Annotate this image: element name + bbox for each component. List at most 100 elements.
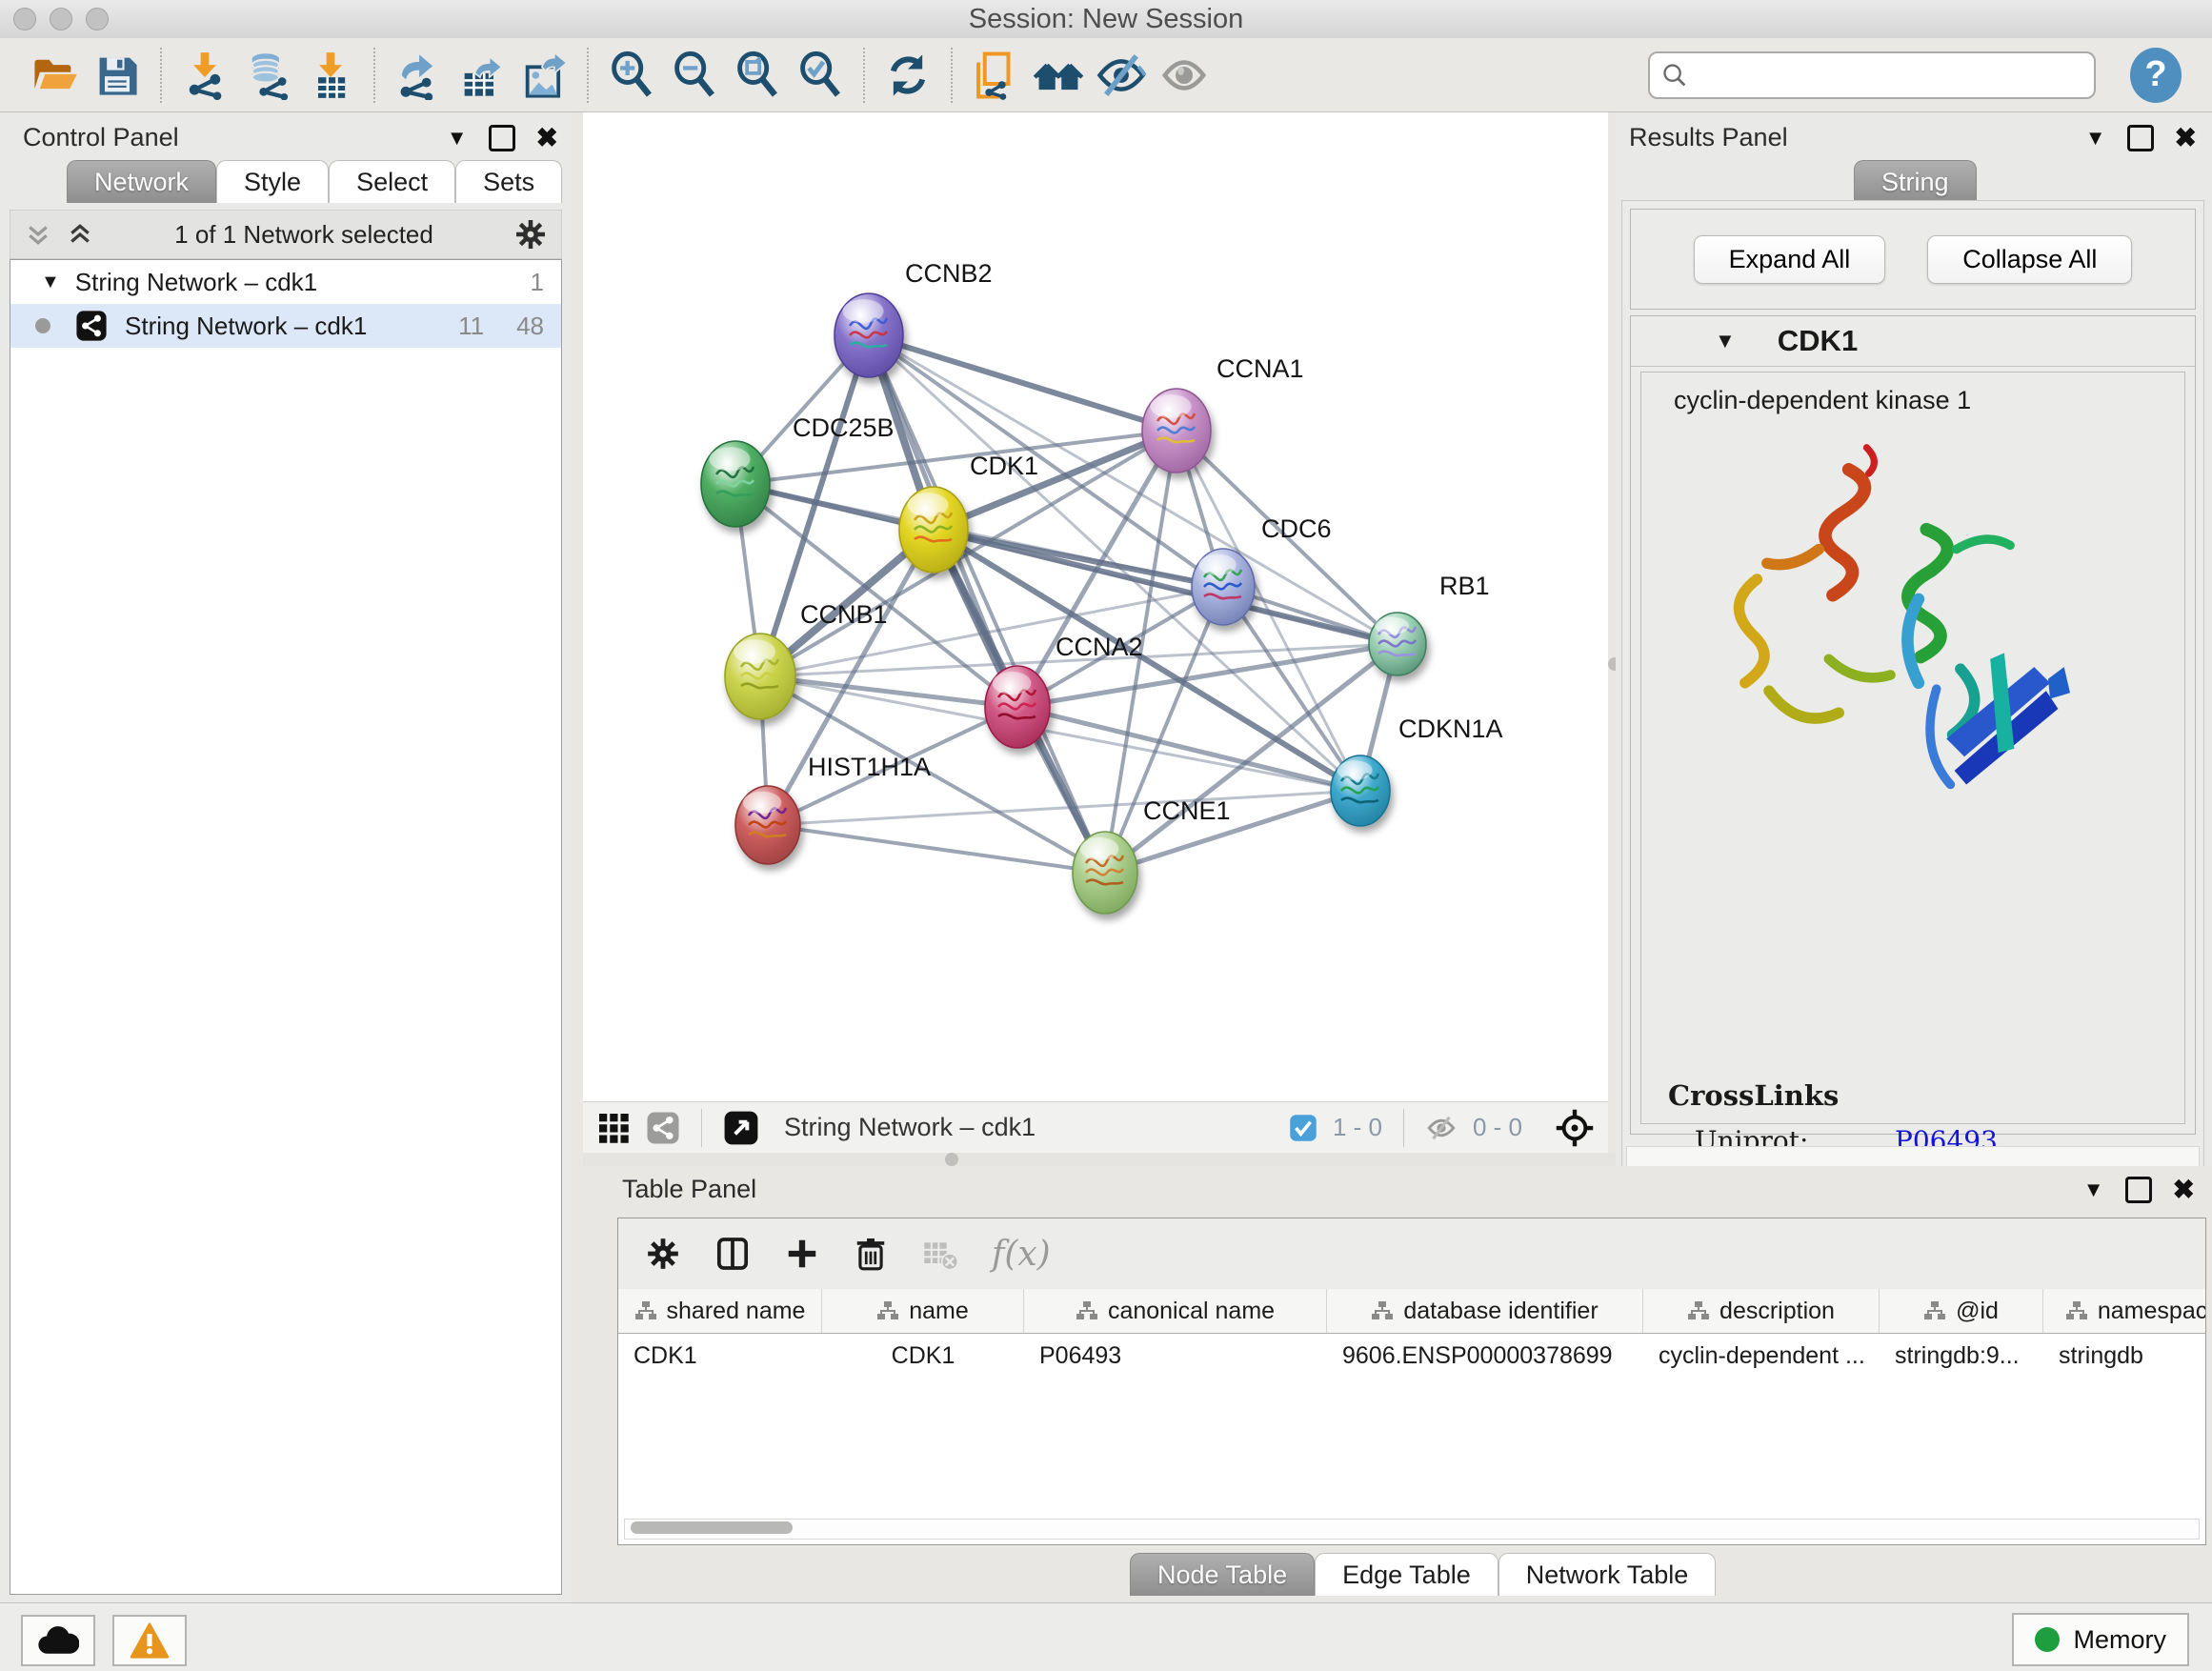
network-overview-icon[interactable]	[646, 1111, 680, 1145]
edge-CCNB2-RB1[interactable]	[869, 335, 1398, 644]
tab-select[interactable]: Select	[329, 160, 455, 203]
tab-style[interactable]: Style	[216, 160, 329, 203]
panel-menu-icon[interactable]: ▼	[447, 126, 468, 151]
cloud-icon	[37, 1624, 79, 1657]
column-header-description[interactable]: description	[1643, 1289, 1880, 1333]
float-panel-icon[interactable]	[2127, 125, 2154, 151]
column-header-label: name	[909, 1298, 969, 1325]
collection-expand-icon[interactable]: ▼	[41, 272, 60, 293]
show-all-button[interactable]	[1153, 45, 1216, 106]
search-input[interactable]	[1688, 59, 2082, 91]
memory-button[interactable]: Memory	[2012, 1613, 2189, 1666]
column-header--id[interactable]: @id	[1880, 1289, 2043, 1333]
crosshair-icon[interactable]	[1555, 1108, 1595, 1148]
splitter-grip[interactable]	[945, 1153, 958, 1166]
node-CCNA1[interactable]	[1142, 389, 1211, 473]
tab-edge-table[interactable]: Edge Table	[1315, 1553, 1498, 1596]
apply-layout-button[interactable]	[876, 45, 939, 106]
network-collection-row[interactable]: ▼ String Network – cdk1 1	[10, 260, 561, 304]
tab-node-table[interactable]: Node Table	[1130, 1553, 1315, 1596]
node-CDK1[interactable]	[899, 487, 968, 573]
warning-triangle-icon	[130, 1622, 170, 1659]
tab-network-table[interactable]: Network Table	[1498, 1553, 1717, 1596]
network-graph[interactable]: CCNB2CCNA1CDC25BCDK1CDC6RB1CCNB1CCNA2CDK…	[583, 112, 1608, 1101]
edge-HIST1H1A-CCNE1[interactable]	[768, 825, 1105, 873]
save-session-button[interactable]	[86, 45, 149, 106]
node-CDC25B[interactable]	[701, 441, 770, 527]
table-cell[interactable]: cyclin-dependent ...	[1643, 1334, 1880, 1378]
node-CCNE1[interactable]	[1073, 832, 1137, 914]
memory-status-dot	[2035, 1627, 2060, 1652]
network-row[interactable]: String Network – cdk1 11 48	[10, 304, 561, 348]
entry-expand-icon[interactable]: ▼	[1715, 329, 1736, 353]
expand-all-icon[interactable]	[66, 220, 94, 249]
float-panel-icon[interactable]	[2125, 1177, 2152, 1203]
search-field[interactable]	[1648, 51, 2096, 99]
node-CCNB1[interactable]	[725, 634, 795, 719]
zoom-in-button[interactable]	[600, 45, 663, 106]
table-cell[interactable]: stringdb:9...	[1880, 1334, 2043, 1378]
expand-all-button[interactable]: Expand All	[1694, 235, 1886, 284]
collapse-all-button[interactable]: Collapse All	[1927, 235, 2132, 284]
table-scrollbar-thumb[interactable]	[631, 1521, 793, 1534]
close-panel-icon[interactable]: ✖	[536, 122, 558, 153]
open-session-button[interactable]	[23, 45, 86, 106]
delete-column-trash-icon[interactable]	[853, 1236, 889, 1272]
panel-menu-icon[interactable]: ▼	[2085, 126, 2106, 151]
column-header-canonical-name[interactable]: canonical name	[1024, 1289, 1327, 1333]
export-image-button[interactable]	[513, 45, 575, 106]
gene-entry-header[interactable]: ▼ CDK1	[1631, 316, 2195, 367]
export-network-button[interactable]	[387, 45, 450, 106]
node-CCNA2[interactable]	[985, 666, 1050, 748]
node-HIST1H1A[interactable]	[735, 786, 800, 864]
warnings-button[interactable]	[112, 1615, 187, 1666]
column-header-namespace[interactable]: namespace	[2043, 1289, 2205, 1333]
table-cell[interactable]: 9606.ENSP00000378699	[1327, 1334, 1643, 1378]
zoom-out-button[interactable]	[663, 45, 726, 106]
edge-CCNB2-CCNA1[interactable]	[869, 335, 1176, 431]
table-cell[interactable]: CDK1	[618, 1334, 822, 1378]
zoom-selected-button[interactable]	[789, 45, 852, 106]
export-table-button[interactable]	[450, 45, 513, 106]
birdseye-grid-icon[interactable]	[596, 1111, 631, 1145]
import-table-from-file-button[interactable]	[299, 45, 362, 106]
help-button[interactable]: ?	[2130, 48, 2182, 103]
zoom-fit-button[interactable]	[726, 45, 789, 106]
network-canvas[interactable]: CCNB2CCNA1CDC25BCDK1CDC6RB1CCNB1CCNA2CDK…	[583, 112, 1608, 1101]
node-CDKN1A[interactable]	[1331, 755, 1390, 826]
show-columns-icon[interactable]	[714, 1235, 752, 1273]
tab-network[interactable]: Network	[67, 160, 216, 203]
table-settings-gear-icon[interactable]	[645, 1236, 681, 1272]
table-row[interactable]: CDK1CDK1P064939606.ENSP00000378699cyclin…	[618, 1334, 2205, 1378]
column-header-name[interactable]: name	[822, 1289, 1024, 1333]
node-RB1[interactable]	[1369, 613, 1426, 675]
open-in-new-window-icon[interactable]	[723, 1110, 759, 1146]
edge-CDC6-CCNE1[interactable]	[1105, 587, 1223, 873]
add-column-plus-icon[interactable]	[784, 1236, 820, 1272]
edge-CCNB2-CCNE1[interactable]	[869, 335, 1105, 873]
selected-checkbox-icon[interactable]	[1289, 1114, 1317, 1142]
string-home-button[interactable]	[1027, 45, 1090, 106]
float-panel-icon[interactable]	[489, 125, 515, 151]
clone-network-button[interactable]	[964, 45, 1027, 106]
hide-selected-button[interactable]	[1090, 45, 1153, 106]
column-header-shared-name[interactable]: shared name	[618, 1289, 822, 1333]
table-cell[interactable]: CDK1	[822, 1334, 1024, 1378]
column-header-database-identifier[interactable]: database identifier	[1327, 1289, 1643, 1333]
panel-menu-icon[interactable]: ▼	[2083, 1178, 2104, 1202]
edge-CCNA2-CDKN1A[interactable]	[1017, 707, 1360, 791]
cloud-status-button[interactable]	[21, 1615, 95, 1666]
tab-sets[interactable]: Sets	[455, 160, 562, 203]
gear-icon[interactable]	[513, 217, 548, 252]
node-CCNB2[interactable]	[835, 293, 903, 377]
node-CDC6[interactable]	[1192, 549, 1255, 625]
close-panel-icon[interactable]: ✖	[2175, 122, 2197, 153]
collapse-all-icon[interactable]	[24, 220, 52, 249]
table-cell[interactable]: P06493	[1024, 1334, 1327, 1378]
table-scrollbar-track[interactable]	[624, 1519, 2200, 1540]
import-network-from-file-button[interactable]	[173, 45, 236, 106]
tab-string[interactable]: String	[1854, 160, 1977, 203]
table-cell[interactable]: stringdb	[2043, 1334, 2205, 1378]
import-network-from-database-button[interactable]	[236, 45, 299, 106]
close-panel-icon[interactable]: ✖	[2173, 1174, 2195, 1205]
